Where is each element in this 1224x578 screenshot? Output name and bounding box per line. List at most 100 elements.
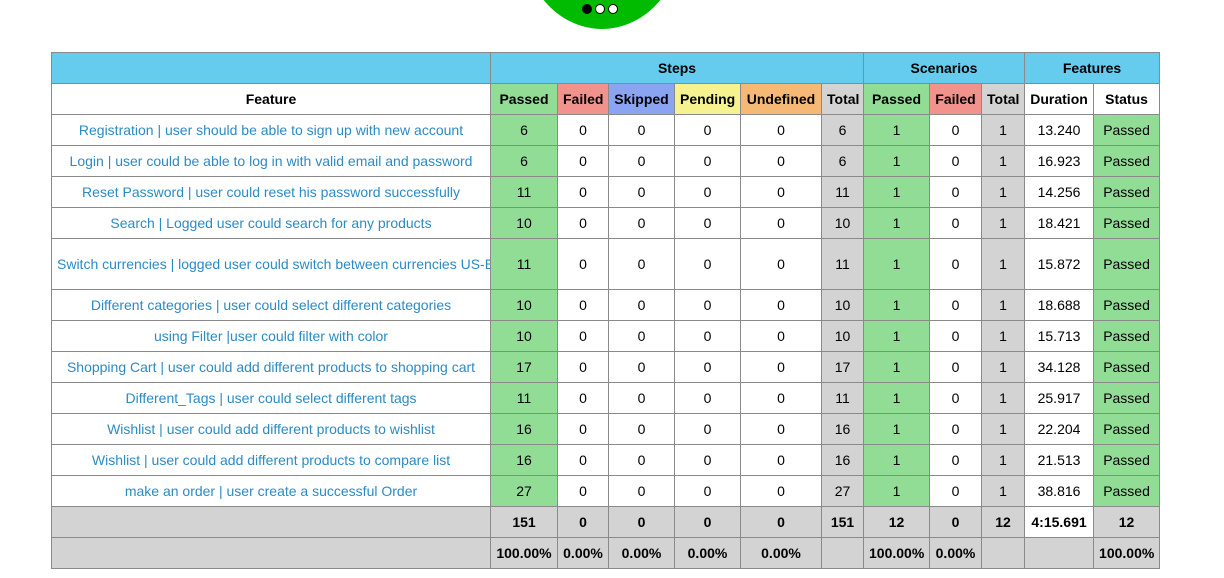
feature-cell: Wishlist | user could add different prod… xyxy=(51,444,491,476)
steps-skipped-cell: 0 xyxy=(608,382,675,414)
steps-pending-cell: 0 xyxy=(674,413,741,445)
steps-total-cell: 16 xyxy=(821,413,864,445)
scenarios-total-cell: 1 xyxy=(980,413,1026,445)
feature-link[interactable]: using Filter |user could filter with col… xyxy=(154,328,388,344)
col-header-duration[interactable]: Duration xyxy=(1024,83,1095,115)
feature-link[interactable]: make an order | user create a successful… xyxy=(125,483,417,499)
feature-link[interactable]: Login | user could be able to log in wit… xyxy=(70,153,473,169)
steps-skipped-cell: 0 xyxy=(608,145,675,177)
col-header-steps-skipped[interactable]: Skipped xyxy=(608,83,675,115)
steps-passed-cell: 27 xyxy=(490,475,558,507)
feature-link[interactable]: Different_Tags | user could select diffe… xyxy=(125,390,416,406)
col-header-steps-failed[interactable]: Failed xyxy=(557,83,609,115)
steps-failed-cell: 0 xyxy=(557,114,609,146)
feature-link[interactable]: Shopping Cart | user could add different… xyxy=(67,359,475,375)
scenarios-total-cell: 1 xyxy=(980,238,1026,290)
group-header-steps: Steps xyxy=(490,52,864,84)
duration-cell: 22.204 xyxy=(1024,413,1095,445)
total-steps-failed: 0 xyxy=(557,506,609,538)
steps-failed-cell: 0 xyxy=(557,145,609,177)
feature-link[interactable]: Wishlist | user could add different prod… xyxy=(92,452,450,468)
steps-failed-cell: 0 xyxy=(557,289,609,321)
steps-total-cell: 10 xyxy=(821,320,864,352)
scenarios-failed-cell: 0 xyxy=(929,351,982,383)
group-header-row: Steps Scenarios Features xyxy=(51,52,1161,84)
features-report-table: Steps Scenarios Features Feature Passed … xyxy=(51,52,1161,569)
steps-pending-cell: 0 xyxy=(674,145,741,177)
scenarios-failed-cell: 0 xyxy=(929,238,982,290)
status-cell: Passed xyxy=(1093,289,1161,321)
feature-cell: using Filter |user could filter with col… xyxy=(51,320,491,352)
total-steps-total: 151 xyxy=(821,506,864,538)
col-header-steps-passed[interactable]: Passed xyxy=(490,83,558,115)
status-cell: Passed xyxy=(1093,351,1161,383)
steps-skipped-cell: 0 xyxy=(608,320,675,352)
feature-link[interactable]: Reset Password | user could reset his pa… xyxy=(82,184,460,200)
feature-link[interactable]: Search | Logged user could search for an… xyxy=(110,215,431,231)
table-row: Different categories | user could select… xyxy=(51,289,1161,321)
pct-steps-total xyxy=(821,537,864,569)
pct-steps-skipped: 0.00% xyxy=(608,537,675,569)
steps-failed-cell: 0 xyxy=(557,475,609,507)
table-row: make an order | user create a successful… xyxy=(51,475,1161,507)
status-cell: Passed xyxy=(1093,114,1161,146)
scenarios-passed-cell: 1 xyxy=(863,238,930,290)
col-header-steps-undefined[interactable]: Undefined xyxy=(740,83,822,115)
duration-cell: 15.713 xyxy=(1024,320,1095,352)
carousel-indicators xyxy=(582,4,618,18)
feature-cell: make an order | user create a successful… xyxy=(51,475,491,507)
feature-link[interactable]: Switch currencies | logged user could sw… xyxy=(57,256,490,272)
steps-skipped-cell: 0 xyxy=(608,444,675,476)
table-row: Different_Tags | user could select diffe… xyxy=(51,382,1161,414)
status-cell: Passed xyxy=(1093,238,1161,290)
steps-undefined-cell: 0 xyxy=(740,176,822,208)
scenarios-failed-cell: 0 xyxy=(929,114,982,146)
feature-link[interactable]: Wishlist | user could add different prod… xyxy=(107,421,435,437)
col-header-feature[interactable]: Feature xyxy=(51,83,491,115)
carousel-dot-3[interactable] xyxy=(608,4,618,14)
pct-features-status: 100.00% xyxy=(1093,537,1161,569)
steps-total-cell: 17 xyxy=(821,351,864,383)
total-steps-passed: 151 xyxy=(490,506,558,538)
col-header-steps-total[interactable]: Total xyxy=(821,83,864,115)
col-header-scenarios-total[interactable]: Total xyxy=(980,83,1026,115)
carousel-dot-1[interactable] xyxy=(582,4,592,14)
table-row: Wishlist | user could add different prod… xyxy=(51,444,1161,476)
col-header-scenarios-passed[interactable]: Passed xyxy=(863,83,930,115)
feature-link[interactable]: Different categories | user could select… xyxy=(91,297,451,313)
col-header-steps-pending[interactable]: Pending xyxy=(674,83,741,115)
duration-cell: 38.816 xyxy=(1024,475,1095,507)
total-steps-skipped: 0 xyxy=(608,506,675,538)
scenarios-passed-cell: 1 xyxy=(863,145,930,177)
carousel-dot-2[interactable] xyxy=(595,4,605,14)
steps-total-cell: 11 xyxy=(821,238,864,290)
duration-cell: 34.128 xyxy=(1024,351,1095,383)
table-row: Shopping Cart | user could add different… xyxy=(51,351,1161,383)
column-header-row: Feature Passed Failed Skipped Pending Un… xyxy=(51,83,1161,115)
group-header-empty xyxy=(51,52,491,84)
scenarios-failed-cell: 0 xyxy=(929,475,982,507)
col-header-status[interactable]: Status xyxy=(1093,83,1161,115)
feature-cell: Registration | user should be able to si… xyxy=(51,114,491,146)
steps-skipped-cell: 0 xyxy=(608,289,675,321)
feature-cell: Shopping Cart | user could add different… xyxy=(51,351,491,383)
col-header-scenarios-failed[interactable]: Failed xyxy=(929,83,982,115)
scenarios-total-cell: 1 xyxy=(980,289,1026,321)
scenarios-total-cell: 1 xyxy=(980,382,1026,414)
totals-row: 151 0 0 0 0 151 12 0 12 4:15.691 12 xyxy=(51,506,1161,538)
table-row: Wishlist | user could add different prod… xyxy=(51,413,1161,445)
steps-pending-cell: 0 xyxy=(674,475,741,507)
steps-passed-cell: 16 xyxy=(490,413,558,445)
scenarios-total-cell: 1 xyxy=(980,145,1026,177)
steps-passed-cell: 16 xyxy=(490,444,558,476)
steps-passed-cell: 11 xyxy=(490,382,558,414)
scenarios-total-cell: 1 xyxy=(980,176,1026,208)
scenarios-total-cell: 1 xyxy=(980,444,1026,476)
total-steps-undefined: 0 xyxy=(740,506,822,538)
pct-steps-failed: 0.00% xyxy=(557,537,609,569)
steps-undefined-cell: 0 xyxy=(740,145,822,177)
steps-total-cell: 10 xyxy=(821,289,864,321)
steps-undefined-cell: 0 xyxy=(740,413,822,445)
feature-link[interactable]: Registration | user should be able to si… xyxy=(79,122,463,138)
scenarios-passed-cell: 1 xyxy=(863,413,930,445)
